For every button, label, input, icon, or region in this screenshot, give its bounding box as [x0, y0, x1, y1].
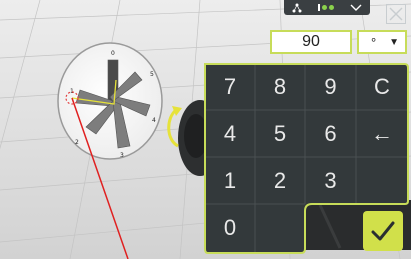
- dial-label-1: 1: [70, 88, 74, 95]
- angle-value-input[interactable]: 90: [270, 30, 352, 54]
- close-icon: [389, 7, 403, 21]
- key-8[interactable]: 8: [255, 64, 305, 110]
- dial-label-4: 4: [152, 117, 156, 124]
- dial-label-5: 5: [150, 71, 154, 78]
- key-3[interactable]: 3: [305, 157, 356, 204]
- status-bar[interactable]: [284, 0, 370, 15]
- signal-dots-icon: [318, 4, 334, 11]
- angle-value-text: 90: [302, 33, 320, 50]
- unit-dropdown[interactable]: ° ▼: [357, 30, 407, 54]
- key-7[interactable]: 7: [205, 64, 255, 110]
- dial-label-0: 0: [111, 50, 115, 57]
- checkmark-icon: [371, 221, 395, 241]
- key-6[interactable]: 6: [305, 110, 356, 157]
- unit-selected-label: °: [371, 34, 377, 50]
- key-2[interactable]: 2: [255, 157, 305, 204]
- network-icon: [292, 3, 302, 12]
- clear-key[interactable]: C: [356, 64, 408, 110]
- key-1[interactable]: 1: [205, 157, 255, 204]
- dial-label-2: 2: [75, 139, 79, 146]
- key-9[interactable]: 9: [305, 64, 356, 110]
- dial-label-3: 3: [120, 152, 124, 159]
- key-5[interactable]: 5: [255, 110, 305, 157]
- backspace-key[interactable]: ←: [356, 110, 408, 157]
- dropdown-caret-icon: ▼: [389, 36, 399, 48]
- chevron-down-icon[interactable]: [350, 4, 362, 12]
- key-0[interactable]: 0: [205, 204, 255, 252]
- confirm-button[interactable]: [363, 211, 403, 251]
- key-4[interactable]: 4: [205, 110, 255, 157]
- close-button[interactable]: [386, 4, 406, 24]
